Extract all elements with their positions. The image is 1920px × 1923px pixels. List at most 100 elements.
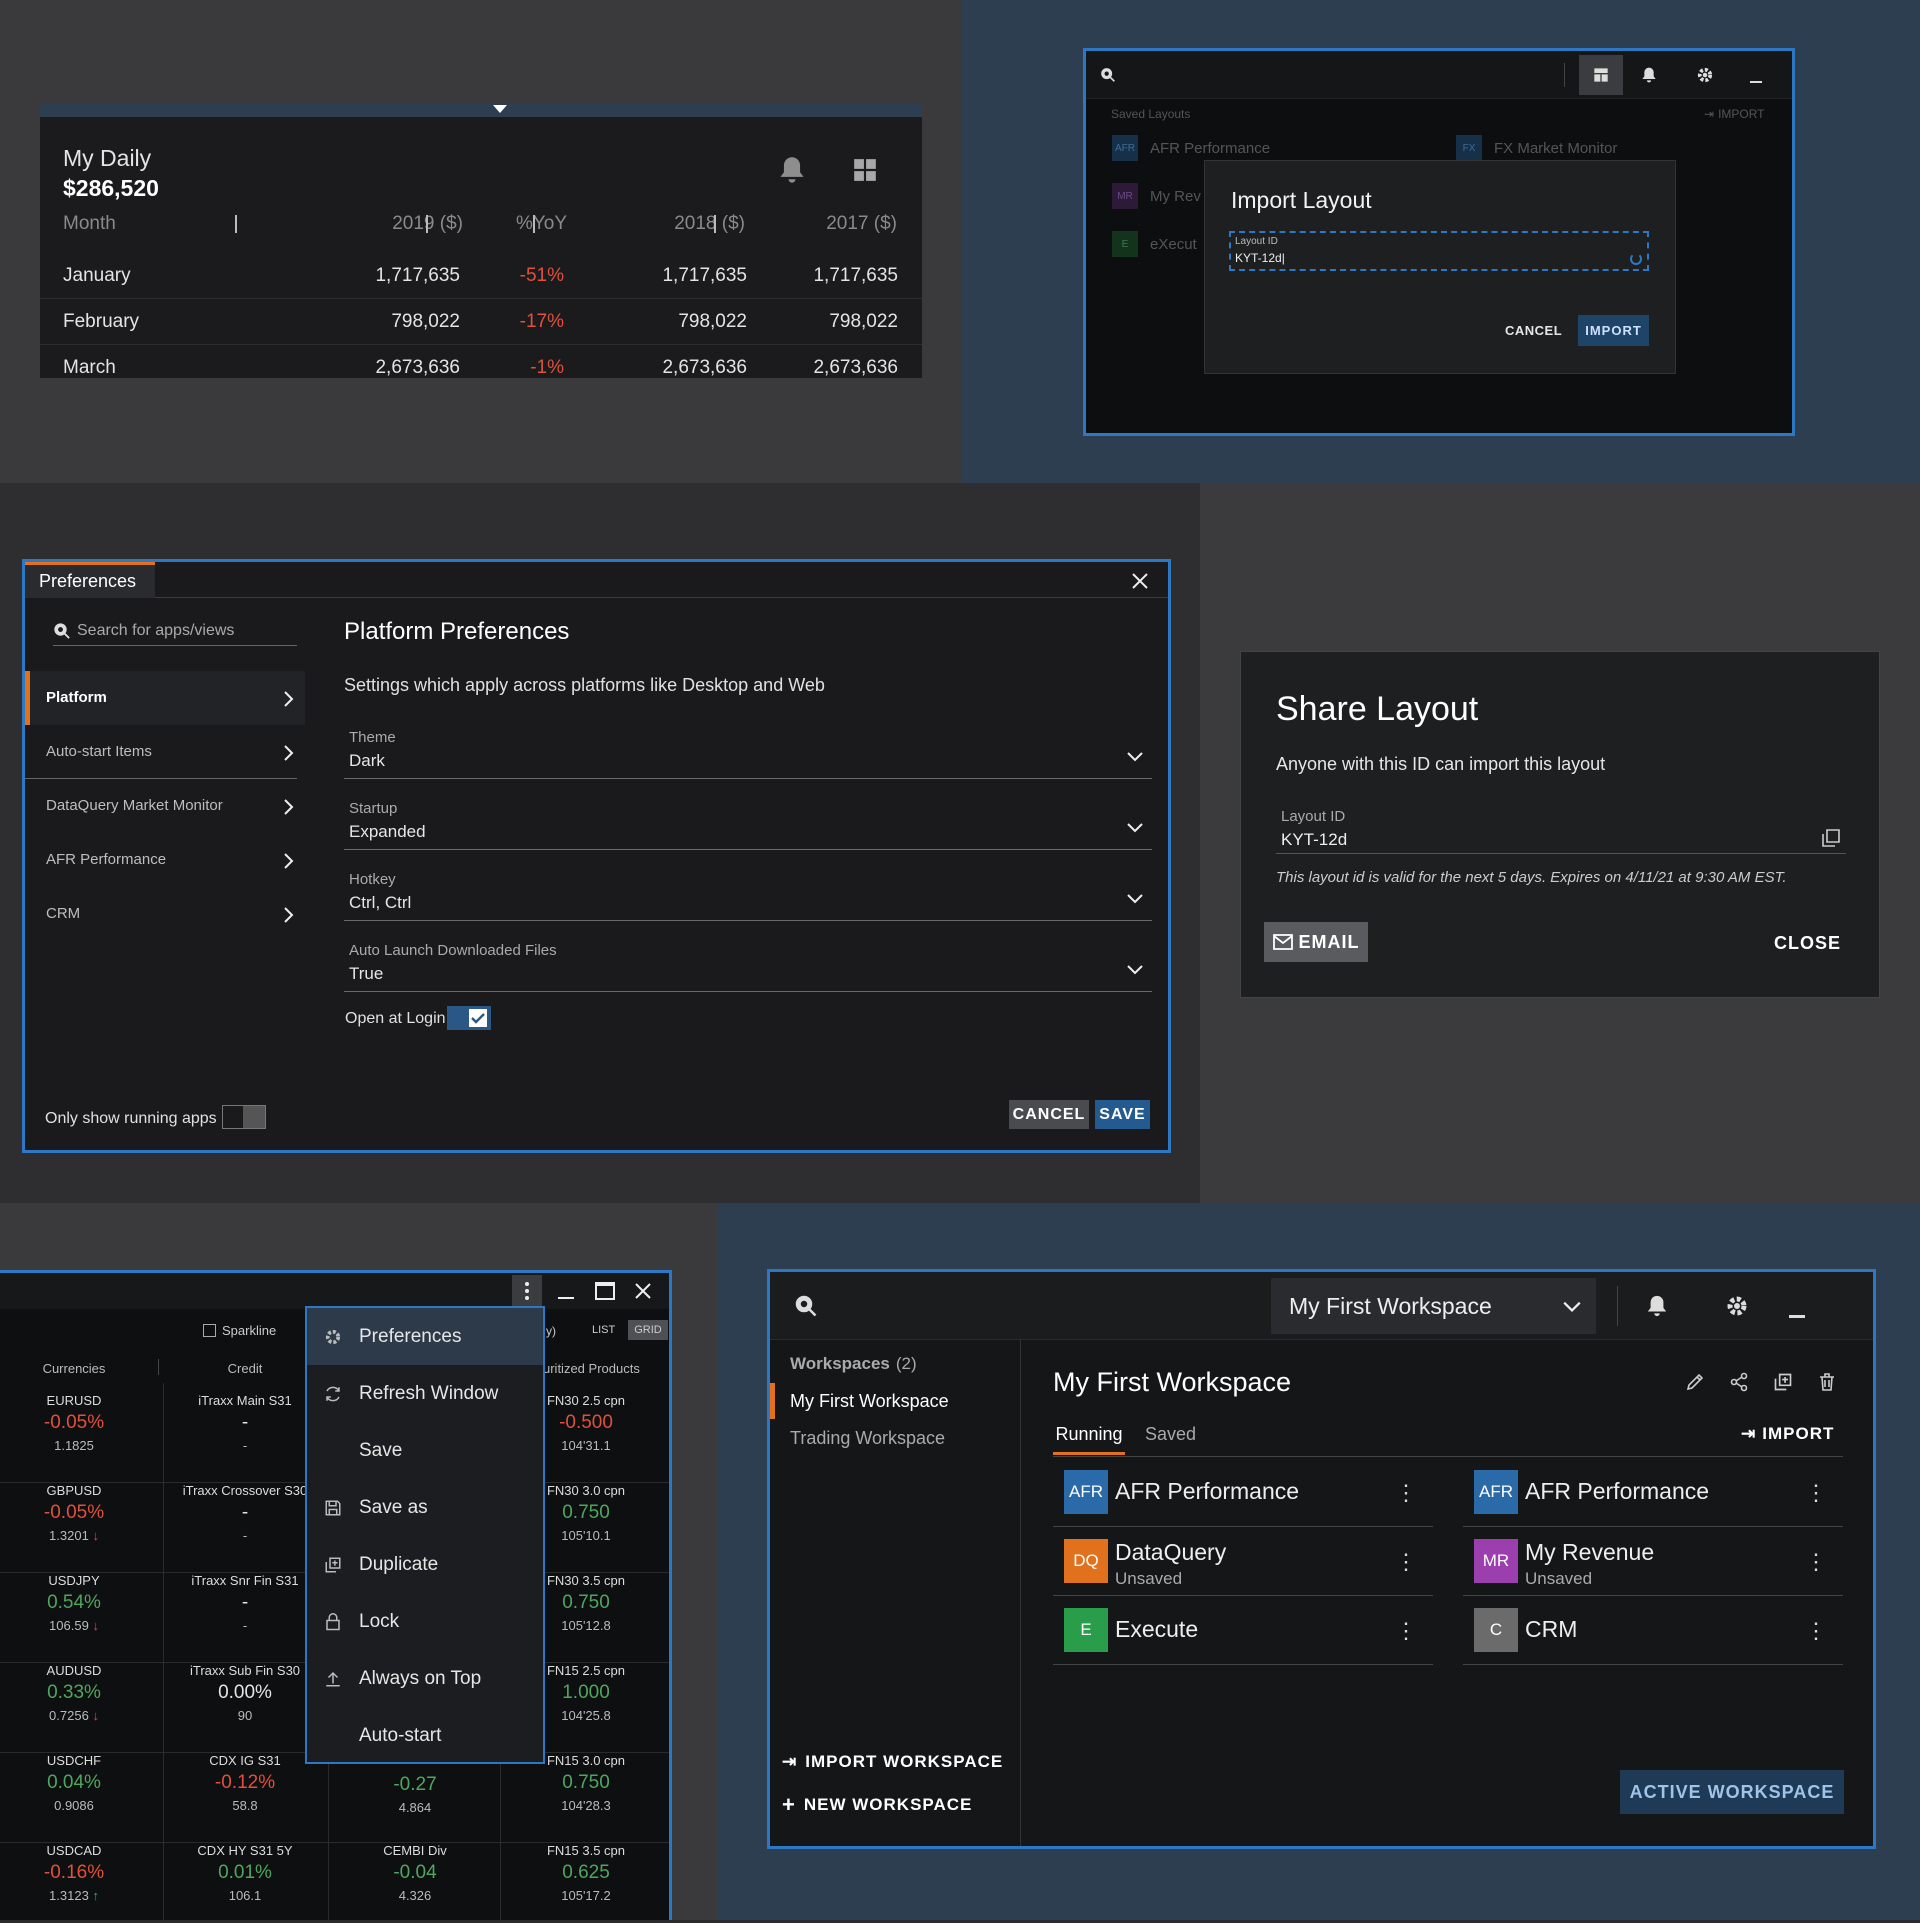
header-2018[interactable]: 2018 ($) — [630, 213, 745, 235]
table-row[interactable]: February 798,022 -17% 798,022 798,022 — [40, 299, 922, 345]
import-link[interactable]: ⇥ IMPORT — [1704, 107, 1765, 121]
workspace-select[interactable]: My First Workspace — [1271, 1278, 1596, 1334]
theme-select[interactable]: Theme Dark — [344, 723, 1152, 779]
col-resizer[interactable] — [235, 215, 237, 233]
view-grid-button[interactable]: GRID — [628, 1320, 668, 1340]
gear-icon[interactable] — [1696, 66, 1714, 84]
search-icon[interactable] — [794, 1294, 818, 1318]
startup-select[interactable]: Startup Expanded — [344, 794, 1152, 850]
menu-item-duplicate[interactable]: Duplicate — [307, 1536, 543, 1593]
list-item[interactable]: AFR AFR Performance — [1112, 135, 1270, 161]
header-2017[interactable]: 2017 ($) — [782, 213, 897, 235]
sidebar-item-crm[interactable]: CRM — [25, 887, 305, 941]
close-button[interactable]: CLOSE — [1774, 933, 1841, 954]
app-card-afr[interactable]: AFR AFR Performance ⋮ — [1463, 1458, 1843, 1527]
sidebar-item-trading-workspace[interactable]: Trading Workspace — [790, 1428, 945, 1449]
table-row[interactable]: January 1,717,635 -51% 1,717,635 1,717,6… — [40, 253, 922, 299]
tab-saved[interactable]: Saved — [1145, 1424, 1196, 1445]
header-month[interactable]: Month — [63, 213, 116, 235]
menu-item-autostart[interactable]: Auto-start — [307, 1707, 543, 1764]
cell-month: February — [63, 311, 140, 332]
close-icon[interactable] — [1131, 572, 1149, 590]
only-running-toggle[interactable] — [222, 1105, 266, 1129]
sparkline-checkbox[interactable]: Sparkline — [203, 1323, 276, 1338]
list-item[interactable]: MR My Rev — [1112, 183, 1201, 209]
more-options-button[interactable] — [512, 1275, 542, 1307]
tab-preferences[interactable]: Preferences — [25, 562, 155, 598]
minimize-icon[interactable] — [1789, 1315, 1805, 1318]
table-row[interactable]: USDCAD -0.16% 1.3123 ↑ CDX HY S31 5Y 0.01% 1… — [0, 1843, 669, 1923]
bell-icon[interactable] — [1641, 66, 1657, 84]
bell-icon[interactable] — [1646, 1294, 1668, 1318]
sidebar-item-my-first-workspace[interactable]: My First Workspace — [770, 1383, 1020, 1419]
search-icon[interactable] — [1100, 67, 1116, 83]
hotkey-select[interactable]: Hotkey Ctrl, Ctrl — [344, 865, 1152, 921]
sidebar-item-afr[interactable]: AFR Performance — [25, 833, 305, 887]
sidebar-item-autostart[interactable]: Auto-start Items — [25, 725, 297, 779]
app-card-afr[interactable]: AFR AFR Performance ⋮ — [1053, 1458, 1433, 1527]
cancel-button[interactable]: CANCEL — [1009, 1100, 1089, 1129]
menu-item-save[interactable]: Save — [307, 1422, 543, 1479]
import-button[interactable]: ⇥ IMPORT — [1741, 1424, 1834, 1444]
kebab-icon[interactable]: ⋮ — [1395, 1480, 1417, 1506]
minimize-icon[interactable] — [558, 1297, 574, 1299]
kebab-icon[interactable]: ⋮ — [1805, 1618, 1827, 1644]
header-yoy[interactable]: %YoY — [475, 213, 567, 235]
col-resizer[interactable] — [426, 215, 428, 233]
sidebar-item-dataquery[interactable]: DataQuery Market Monitor — [25, 779, 305, 833]
arrow-down-icon: ↓ — [92, 1618, 99, 1633]
menu-item-lock[interactable]: Lock — [307, 1593, 543, 1650]
layouts-button[interactable] — [1579, 55, 1623, 95]
layout-id-field[interactable]: Layout ID KYT-12d| — [1229, 231, 1649, 271]
layout-id-field[interactable]: Layout ID KYT-12d — [1276, 804, 1846, 854]
kebab-icon[interactable]: ⋮ — [1805, 1480, 1827, 1506]
table-row[interactable]: March 2,673,636 -1% 2,673,636 2,673,636 — [40, 345, 922, 391]
col-resizer[interactable] — [533, 215, 535, 233]
email-button[interactable]: EMAIL — [1264, 922, 1368, 962]
menu-item-save-as[interactable]: Save as — [307, 1479, 543, 1536]
share-icon[interactable] — [1729, 1372, 1749, 1392]
field-value: KYT-12d — [1281, 830, 1348, 849]
header-2019[interactable]: 2019 ($) — [348, 213, 463, 235]
collapse-handle[interactable] — [480, 105, 520, 117]
menu-item-always-on-top[interactable]: Always on Top — [307, 1650, 543, 1707]
kebab-icon[interactable]: ⋮ — [1395, 1618, 1417, 1644]
copy-icon[interactable] — [1821, 828, 1841, 848]
menu-item-preferences[interactable]: Preferences — [307, 1308, 543, 1365]
plus-icon: + — [782, 1792, 796, 1817]
maximize-icon[interactable] — [595, 1282, 615, 1300]
app-card-my-revenue[interactable]: MR My Revenue Unsaved ⋮ — [1463, 1527, 1843, 1596]
pencil-icon[interactable] — [1685, 1372, 1705, 1392]
gear-icon[interactable] — [1725, 1294, 1749, 1318]
minimize-icon[interactable] — [1750, 81, 1762, 83]
duplicate-icon[interactable] — [1773, 1372, 1793, 1392]
grid-icon[interactable] — [852, 157, 878, 183]
import-button[interactable]: IMPORT — [1578, 315, 1649, 346]
tab-running[interactable]: Running — [1053, 1424, 1125, 1455]
col-resizer[interactable] — [714, 215, 716, 233]
open-at-login-checkbox[interactable] — [447, 1006, 491, 1030]
sidebar-item-platform[interactable]: Platform — [25, 671, 305, 725]
list-item[interactable]: FX FX Market Monitor — [1456, 135, 1617, 161]
list-item[interactable]: E eXecut — [1112, 231, 1197, 257]
save-button[interactable]: SAVE — [1095, 1100, 1150, 1129]
app-card-execute[interactable]: E Execute ⋮ — [1053, 1596, 1433, 1665]
app-card-dataquery[interactable]: DQ DataQuery Unsaved ⋮ — [1053, 1527, 1433, 1596]
import-workspace-button[interactable]: ⇥ IMPORT WORKSPACE — [782, 1752, 1003, 1772]
cell-price: - — [242, 1528, 248, 1543]
search-field[interactable]: Search for apps/views — [53, 616, 297, 646]
cancel-button[interactable]: CANCEL — [1505, 323, 1562, 338]
auto-launch-select[interactable]: Auto Launch Downloaded Files True — [344, 936, 1152, 992]
view-list-button[interactable]: LIST — [592, 1324, 615, 1336]
table-row[interactable]: USDCHF 0.04% 0.9086 CDX IG S31 -0.12% 58.8 -… — [0, 1753, 669, 1843]
cell-change: 0.54% — [47, 1592, 101, 1613]
trash-icon[interactable] — [1817, 1372, 1837, 1392]
menu-item-refresh[interactable]: Refresh Window — [307, 1365, 543, 1422]
app-card-crm[interactable]: C CRM ⋮ — [1463, 1596, 1843, 1665]
bell-icon[interactable] — [778, 155, 806, 185]
close-icon[interactable] — [634, 1282, 652, 1300]
new-workspace-button[interactable]: + NEW WORKSPACE — [782, 1792, 972, 1818]
kebab-icon[interactable]: ⋮ — [1805, 1549, 1827, 1575]
kebab-icon[interactable]: ⋮ — [1395, 1549, 1417, 1575]
mr-badge-icon: MR — [1112, 183, 1138, 209]
